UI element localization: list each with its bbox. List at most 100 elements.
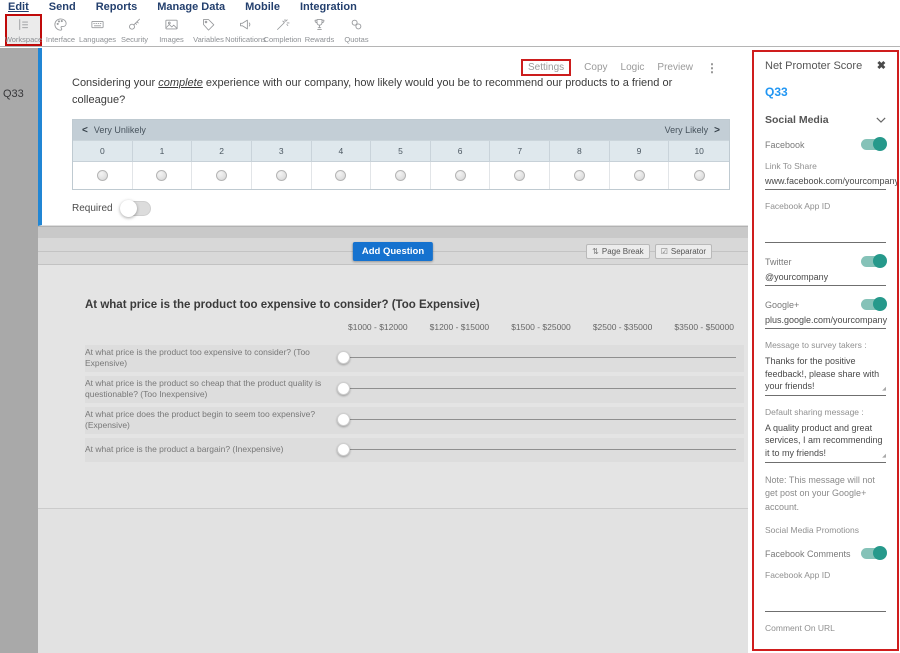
required-row: Required [72, 201, 151, 216]
scale-number: 9 [610, 141, 670, 161]
toolbar-languages[interactable]: Languages [79, 14, 116, 46]
radio-button[interactable] [156, 170, 167, 181]
chevron-left-icon[interactable]: < [82, 125, 88, 136]
price-range-header: $1500 - $25000 [500, 322, 582, 332]
logic-button[interactable]: Logic [621, 62, 645, 73]
preview-button[interactable]: Preview [657, 62, 693, 73]
close-icon[interactable]: ✖ [877, 59, 886, 72]
toolbar-label: Interface [46, 35, 75, 44]
message-to-survey-takers-textarea[interactable]: Thanks for the positive feedback!, pleas… [765, 355, 886, 396]
price-range-header: $3500 - $50000 [663, 322, 745, 332]
radio-cell[interactable] [252, 162, 312, 189]
scale-number: 8 [550, 141, 610, 161]
separator-label: Separator [671, 247, 706, 256]
menu-integration[interactable]: Integration [300, 1, 357, 13]
radio-button[interactable] [514, 170, 525, 181]
menu-manage-data[interactable]: Manage Data [157, 1, 225, 13]
panel-title: Net Promoter Score [765, 60, 862, 72]
price-slider[interactable] [337, 443, 736, 457]
page-break-label: Page Break [602, 247, 644, 256]
message-text: Thanks for the positive feedback!, pleas… [765, 356, 879, 391]
add-question-button[interactable]: Add Question [353, 242, 433, 261]
radio-button[interactable] [216, 170, 227, 181]
question-text[interactable]: Considering your complete experience wit… [72, 75, 720, 109]
price-slider[interactable] [337, 382, 736, 396]
radio-button[interactable] [335, 170, 346, 181]
slider-handle[interactable] [337, 443, 350, 456]
default-sharing-message-textarea[interactable]: A quality product and great services, I … [765, 422, 886, 463]
resize-grip-icon[interactable]: ◢ [882, 386, 886, 393]
chevron-right-icon[interactable]: > [714, 125, 720, 136]
radio-cell[interactable] [312, 162, 372, 189]
radio-cell[interactable] [669, 162, 729, 189]
section-divider-band [38, 226, 748, 238]
radio-button[interactable] [694, 170, 705, 181]
radio-cell[interactable] [550, 162, 610, 189]
panel-question-id: Q33 [765, 85, 886, 99]
facebook-comments-toggle[interactable] [861, 548, 886, 559]
page-break-icon: ⇅ [592, 247, 599, 256]
settings-button[interactable]: Settings [521, 59, 571, 76]
twitter-toggle[interactable] [861, 256, 886, 267]
radio-cell[interactable] [371, 162, 431, 189]
comment-on-url-label: Comment On URL [765, 623, 886, 633]
slider-track [341, 357, 736, 358]
menu-reports[interactable]: Reports [96, 1, 138, 13]
page-break-button[interactable]: ⇅ Page Break [586, 244, 650, 259]
slider-row-label: At what price is the product so cheap th… [85, 378, 337, 401]
menu-send[interactable]: Send [49, 1, 76, 13]
toolbar-interface[interactable]: Interface [42, 14, 79, 46]
radio-cell[interactable] [133, 162, 193, 189]
slider-handle[interactable] [337, 382, 350, 395]
slider-handle[interactable] [337, 413, 350, 426]
question-gutter: Q33 Q34 [0, 48, 38, 653]
slider-handle[interactable] [337, 351, 350, 364]
required-toggle[interactable] [121, 201, 151, 216]
radio-cell[interactable] [431, 162, 491, 189]
google-plus-input[interactable]: plus.google.com/yourcompany [765, 315, 886, 329]
facebook-app-id2-input[interactable] [765, 599, 886, 612]
twitter-handle-input[interactable]: @yourcompany [765, 272, 886, 286]
toolbar-label: Notifications [225, 35, 266, 44]
toolbar-variables[interactable]: Variables [190, 14, 227, 46]
menu-edit[interactable]: Edit [8, 1, 29, 13]
link-to-share-input[interactable]: www.facebook.com/yourcompany [765, 176, 886, 190]
radio-button[interactable] [634, 170, 645, 181]
q34-question-text[interactable]: At what price is the product too expensi… [85, 299, 480, 311]
radio-button[interactable] [455, 170, 466, 181]
radio-cell[interactable] [610, 162, 670, 189]
price-slider[interactable] [337, 413, 736, 427]
scale-number: 7 [490, 141, 550, 161]
toolbar-quotas[interactable]: Quotas [338, 14, 375, 46]
facebook-app-id-input[interactable] [765, 230, 886, 243]
radio-button[interactable] [276, 170, 287, 181]
price-column-headers: $1000 - $12000 $1200 - $15000 $1500 - $2… [337, 322, 745, 332]
slider-row-label: At what price is the product too expensi… [85, 347, 337, 370]
toolbar-images[interactable]: Images [153, 14, 190, 46]
question-card-q33: Settings Copy Logic Preview ⋮ Considerin… [38, 48, 748, 226]
social-media-section-header[interactable]: Social Media [765, 114, 886, 126]
radio-cell[interactable] [73, 162, 133, 189]
scale-number: 4 [312, 141, 372, 161]
radio-button[interactable] [97, 170, 108, 181]
toolbar-workspace[interactable]: Workspace [5, 14, 42, 46]
resize-grip-icon[interactable]: ◢ [882, 453, 886, 460]
toolbar-completion[interactable]: Completion [264, 14, 301, 46]
kebab-menu-icon[interactable]: ⋮ [706, 61, 718, 75]
radio-cell[interactable] [192, 162, 252, 189]
copy-button[interactable]: Copy [584, 62, 607, 73]
menu-mobile[interactable]: Mobile [245, 1, 280, 13]
radio-button[interactable] [574, 170, 585, 181]
price-slider[interactable] [337, 351, 736, 365]
facebook-toggle[interactable] [861, 139, 886, 150]
toolbar-rewards[interactable]: Rewards [301, 14, 338, 46]
social-media-promotions-label: Social Media Promotions [765, 525, 886, 535]
separator-button[interactable]: ☑ Separator [655, 244, 712, 259]
radio-cell[interactable] [490, 162, 550, 189]
google-plus-toggle[interactable] [861, 299, 886, 310]
toolbar-notifications[interactable]: Notifications [227, 14, 264, 46]
toolbar-label: Security [121, 35, 148, 44]
radio-button[interactable] [395, 170, 406, 181]
toolbar-security[interactable]: Security [116, 14, 153, 46]
slider-row-label: At what price does the product begin to … [85, 409, 337, 432]
